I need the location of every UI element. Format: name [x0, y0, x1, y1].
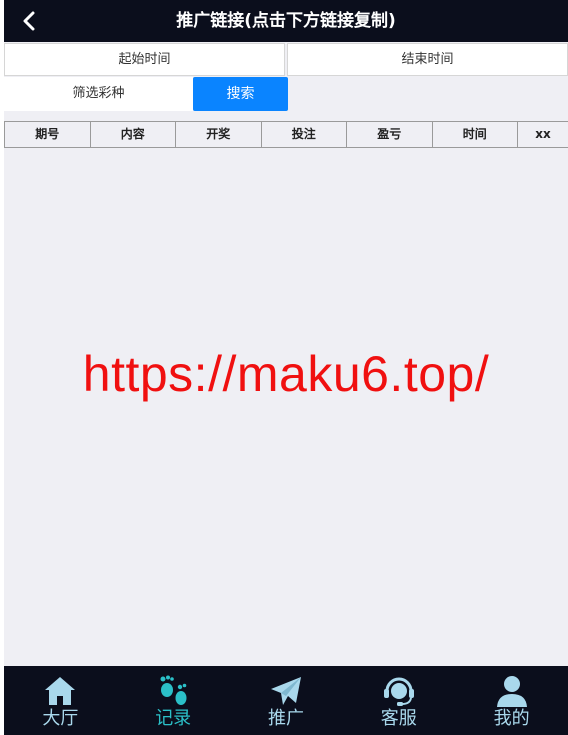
bottom-nav: 大厅 记录 推广 客服 我的	[4, 666, 568, 735]
paper-plane-icon	[268, 674, 304, 708]
page-title: 推广链接(点击下方链接复制)	[176, 11, 396, 31]
nav-label: 大厅	[42, 708, 79, 729]
column-header-content: 内容	[89, 122, 176, 147]
search-button[interactable]: 搜索	[193, 77, 288, 111]
user-icon	[494, 674, 530, 708]
nav-item-support[interactable]: 客服	[342, 666, 455, 735]
nav-item-promote[interactable]: 推广	[230, 666, 343, 735]
table-header: 期号 内容 开奖 投注 盈亏 时间 xx	[4, 121, 568, 148]
nav-label: 我的	[493, 708, 530, 729]
nav-label: 客服	[380, 708, 417, 729]
nav-item-records[interactable]: 记录	[117, 666, 230, 735]
filter-row: 筛选彩种 搜索	[4, 77, 568, 111]
end-time-field[interactable]: 结束时间	[287, 43, 568, 76]
nav-item-profile[interactable]: 我的	[455, 666, 568, 735]
column-header-xx: xx	[517, 122, 568, 147]
nav-label: 记录	[155, 708, 192, 729]
watermark-url: https://maku6.top/	[82, 346, 490, 402]
top-bar: 推广链接(点击下方链接复制)	[4, 0, 568, 42]
app-root: 推广链接(点击下方链接复制) 起始时间 结束时间 筛选彩种 搜索 期号 内容 开…	[0, 0, 568, 735]
back-button[interactable]	[14, 6, 44, 36]
chevron-left-icon	[23, 11, 35, 31]
column-header-draw: 开奖	[175, 122, 261, 147]
home-icon	[42, 674, 78, 708]
column-header-issue: 期号	[4, 122, 90, 147]
column-header-profit: 盈亏	[346, 122, 432, 147]
headset-icon	[381, 674, 417, 708]
footprints-icon	[155, 674, 191, 708]
nav-item-lobby[interactable]: 大厅	[4, 666, 117, 735]
column-header-time: 时间	[431, 122, 518, 147]
start-time-field[interactable]: 起始时间	[4, 43, 285, 76]
date-range-row: 起始时间 结束时间	[4, 43, 568, 76]
column-header-bet: 投注	[260, 122, 347, 147]
nav-label: 推广	[267, 708, 304, 729]
lottery-type-select[interactable]: 筛选彩种	[4, 77, 193, 111]
